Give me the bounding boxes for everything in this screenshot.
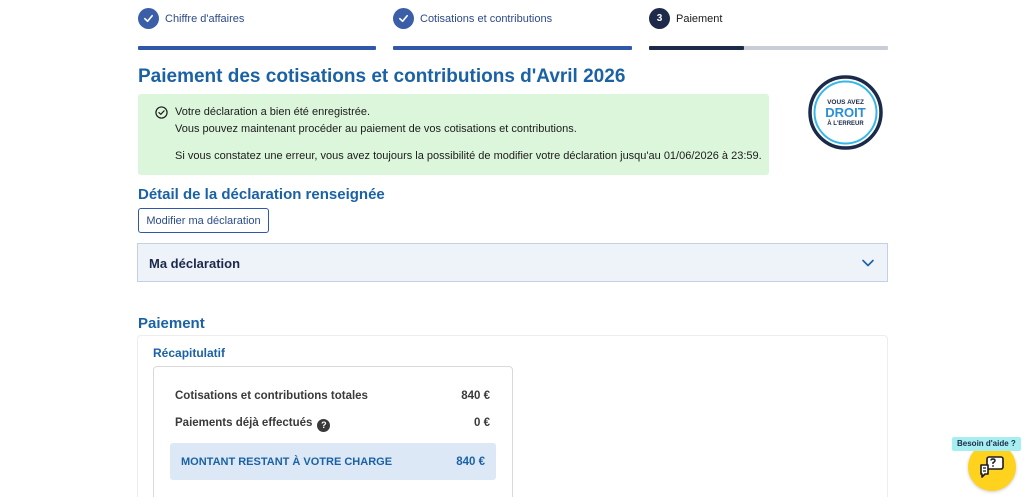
- check-circle-icon: [155, 106, 168, 119]
- step-paiement: 3 Paiement: [649, 0, 888, 52]
- step-cotisations[interactable]: Cotisations et contributions: [393, 0, 632, 52]
- payments-made-row: Paiements déjà effectués?: [175, 417, 331, 432]
- chevron-down-icon: [862, 259, 874, 267]
- step-head: 3 Paiement: [649, 8, 722, 29]
- progress-stepper: Chiffre d'affaires Cotisations et contri…: [138, 0, 888, 52]
- check-icon: [393, 8, 414, 29]
- success-alert: Votre déclaration a bien été enregistrée…: [138, 94, 769, 175]
- step-progress-bar: [138, 46, 376, 50]
- payments-made-value: 0 €: [474, 417, 490, 429]
- step-number: 3: [649, 8, 670, 29]
- step-progress-bar: [393, 46, 632, 50]
- step-head: Cotisations et contributions: [393, 8, 552, 29]
- badge-text: À L'ERREUR: [827, 120, 864, 127]
- droit-a-erreur-badge: VOUS AVEZ DROIT À L'ERREUR: [808, 75, 883, 150]
- page-title: Paiement des cotisations et contribution…: [138, 66, 626, 87]
- step-head: Chiffre d'affaires: [138, 8, 244, 29]
- remaining-amount-value: 840 €: [456, 456, 485, 468]
- question-icon[interactable]: ?: [317, 419, 331, 432]
- step-label: Paiement: [676, 12, 723, 25]
- remaining-amount-label: MONTANT RESTANT À VOTRE CHARGE: [181, 456, 393, 468]
- payment-section-title: Paiement: [138, 315, 205, 332]
- remaining-amount-row: MONTANT RESTANT À VOTRE CHARGE 840 €: [170, 443, 496, 480]
- total-contributions-value: 840 €: [461, 390, 490, 402]
- alert-message: Si vous constatez une erreur, vous avez …: [175, 150, 762, 162]
- check-icon: [138, 8, 159, 29]
- badge-text: DROIT: [825, 105, 866, 120]
- step-chiffre-affaires[interactable]: Chiffre d'affaires: [138, 0, 376, 52]
- step-progress-fill: [649, 46, 744, 50]
- accordion-title: Ma déclaration: [149, 256, 241, 271]
- total-contributions-label: Cotisations et contributions totales: [175, 390, 368, 402]
- step-label: Chiffre d'affaires: [165, 12, 245, 25]
- edit-declaration-button[interactable]: Modifier ma déclaration: [138, 208, 269, 233]
- recap-title: Récapitulatif: [153, 346, 226, 360]
- alert-message: Vous pouvez maintenant procéder au paiem…: [175, 123, 577, 135]
- detail-section-title: Détail de la déclaration renseignée: [138, 186, 385, 203]
- help-label[interactable]: Besoin d'aide ?: [952, 437, 1021, 451]
- declaration-accordion[interactable]: Ma déclaration: [137, 243, 888, 282]
- payments-made-label: Paiements déjà effectués: [175, 417, 313, 429]
- chat-help-icon: [980, 456, 1004, 478]
- alert-message: Votre déclaration a bien été enregistrée…: [175, 106, 371, 118]
- step-label: Cotisations et contributions: [420, 12, 553, 25]
